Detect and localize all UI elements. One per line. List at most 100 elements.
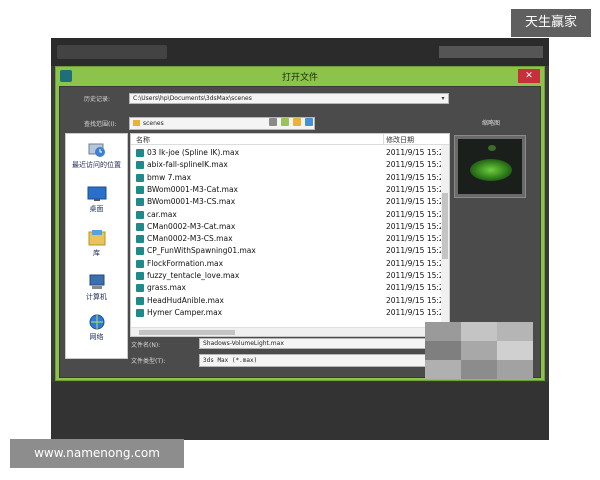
- dialog-title: 打开文件: [281, 73, 318, 83]
- file-name: fuzzy_tentacle_love.max: [147, 271, 240, 280]
- place-network[interactable]: 网络: [66, 314, 127, 342]
- file-date: 2011/9/15 15:2: [386, 295, 444, 305]
- file-row[interactable]: Hymer Camper.max 2011/9/15 15:2: [131, 307, 444, 319]
- history-dropdown[interactable]: C:\Users\hp\Documents\3dsMax\scenes ▾: [129, 93, 449, 104]
- file-list[interactable]: 名称 修改日期 03 Ik-joe (Spline IK).max 2011/9/…: [130, 133, 450, 337]
- file-name: grass.max: [147, 283, 186, 293]
- file-row[interactable]: car.max 2011/9/15 15:2: [131, 209, 444, 221]
- max-file-icon: [136, 308, 144, 317]
- folder-icon: [133, 120, 140, 126]
- filetype-dropdown[interactable]: 3ds Max (*.max): [199, 354, 429, 367]
- file-row[interactable]: CP_FunWithSpawning01.max 2011/9/15 15:2: [131, 245, 444, 257]
- horizontal-scrollbar[interactable]: [131, 327, 449, 336]
- filename-label: 文件名(N):: [131, 342, 161, 349]
- view-menu-icon[interactable]: [305, 118, 313, 126]
- file-row[interactable]: bmw 7.max 2011/9/15 15:2: [131, 172, 444, 184]
- computer-icon: [89, 274, 104, 289]
- watermark-bottom: www.namenong.com: [10, 439, 184, 468]
- max-file-icon: [136, 259, 144, 268]
- column-name[interactable]: 名称: [136, 135, 150, 145]
- chevron-down-icon[interactable]: ▾: [439, 95, 447, 102]
- file-date: 2011/9/15 15:2: [386, 160, 444, 170]
- file-name: bmw 7.max: [147, 172, 192, 182]
- file-row[interactable]: BWom0001-M3-Cat.max 2011/9/15 15:2: [131, 184, 444, 196]
- places-bar: 最近访问的位置 桌面 库 计算机 网络: [65, 133, 128, 359]
- lookin-value: scenes: [143, 120, 164, 127]
- file-name: CMan0002-M3-CS.max: [147, 234, 233, 244]
- file-row[interactable]: CMan0002-M3-Cat.max 2011/9/15 15:2: [131, 221, 444, 233]
- new-folder-icon[interactable]: [293, 118, 301, 126]
- recent-places-icon: [88, 143, 105, 157]
- file-name: FlockFormation.max: [147, 258, 224, 268]
- file-date: 2011/9/15 15:2: [386, 184, 444, 194]
- max-file-icon: [136, 284, 144, 293]
- max-file-icon: [136, 272, 144, 280]
- file-date: 2011/9/15 15:2: [386, 307, 444, 317]
- dialog-titlebar: 打开文件 ✕: [56, 67, 544, 86]
- thumbnail-preview: [454, 135, 526, 198]
- file-row[interactable]: abix-fall-splineIK.max 2011/9/15 15:2: [131, 159, 444, 171]
- filetype-value: 3ds Max (*.max): [203, 357, 258, 364]
- history-value: C:\Users\hp\Documents\3dsMax\scenes: [133, 95, 252, 102]
- file-name: CMan0002-M3-Cat.max: [147, 221, 236, 231]
- library-icon: [88, 230, 105, 246]
- file-name: BWom0001-M3-CS.max: [147, 197, 236, 207]
- screenshot: 打开文件 ✕ 历史记录: C:\Users\hp\Documents\3dsMa…: [0, 0, 600, 480]
- place-recent[interactable]: 最近访问的位置: [66, 142, 127, 170]
- up-folder-icon[interactable]: [281, 118, 289, 126]
- max-file-icon: [136, 222, 144, 231]
- filename-value: Shadows-VolumeLight.max: [203, 340, 284, 347]
- file-date: 2011/9/15 15:2: [386, 246, 444, 256]
- file-name: Hymer Camper.max: [147, 307, 223, 317]
- file-date: 2011/9/15 15:2: [386, 258, 444, 268]
- file-date: 2011/9/15 15:2: [386, 234, 444, 244]
- file-row[interactable]: grass.max 2011/9/15 15:2: [131, 282, 444, 294]
- file-list-header: 名称 修改日期: [131, 134, 449, 145]
- scrollbar-thumb[interactable]: [139, 330, 235, 335]
- preview-image: [458, 139, 522, 194]
- max-file-icon: [136, 235, 144, 244]
- preview-shape: [488, 145, 496, 151]
- pixelated-watermark: [425, 322, 533, 379]
- file-name: CP_FunWithSpawning01.max: [147, 246, 256, 256]
- vertical-scrollbar[interactable]: [441, 145, 449, 325]
- max-file-icon: [136, 185, 144, 194]
- column-divider[interactable]: [383, 134, 384, 145]
- max-file-icon: [136, 247, 144, 256]
- back-icon[interactable]: [269, 118, 277, 126]
- filename-input[interactable]: Shadows-VolumeLight.max: [199, 338, 429, 349]
- max-file-icon: [136, 149, 144, 157]
- max-file-icon: [136, 161, 144, 170]
- file-row[interactable]: FlockFormation.max 2011/9/15 15:2: [131, 258, 444, 270]
- file-row[interactable]: fuzzy_tentacle_love.max 2011/9/15 15:2: [131, 270, 444, 282]
- scrollbar-thumb[interactable]: [442, 193, 448, 259]
- place-library[interactable]: 库: [66, 230, 127, 258]
- file-name: car.max: [147, 209, 177, 219]
- place-desktop[interactable]: 桌面: [66, 186, 127, 214]
- file-date: 2011/9/15 15:2: [386, 197, 444, 207]
- file-row[interactable]: 03 Ik-joe (Spline IK).max 2011/9/15 15:2: [131, 147, 444, 159]
- lookin-label: 查找范围(I):: [84, 121, 117, 128]
- network-icon: [89, 314, 104, 330]
- column-date[interactable]: 修改日期: [386, 135, 414, 145]
- desktop-icon: [87, 186, 106, 201]
- close-button[interactable]: ✕: [518, 69, 540, 83]
- file-name: 03 Ik-joe (Spline IK).max: [147, 148, 240, 157]
- app-title-blurred: [57, 45, 167, 59]
- file-date: 2011/9/15 15:2: [386, 283, 444, 293]
- file-row[interactable]: CMan0002-M3-CS.max 2011/9/15 15:2: [131, 233, 444, 245]
- watermark-top: 天生赢家: [511, 9, 591, 37]
- preview-label: 缩略图: [482, 120, 501, 127]
- search-box-blurred: [439, 46, 543, 58]
- place-computer[interactable]: 计算机: [66, 274, 127, 302]
- file-row[interactable]: HeadHudAnible.max 2011/9/15 15:2: [131, 295, 444, 307]
- file-date: 2011/9/15 15:2: [386, 271, 444, 280]
- app-bottom-panel: [51, 382, 549, 440]
- preview-shape: [470, 159, 512, 181]
- file-name: abix-fall-splineIK.max: [147, 160, 228, 170]
- max-file-icon: [136, 210, 144, 219]
- file-name: HeadHudAnible.max: [147, 295, 224, 305]
- file-row[interactable]: BWom0001-M3-CS.max 2011/9/15 15:2: [131, 196, 444, 208]
- app-toolbar: [51, 38, 549, 66]
- max-file-icon: [136, 173, 144, 182]
